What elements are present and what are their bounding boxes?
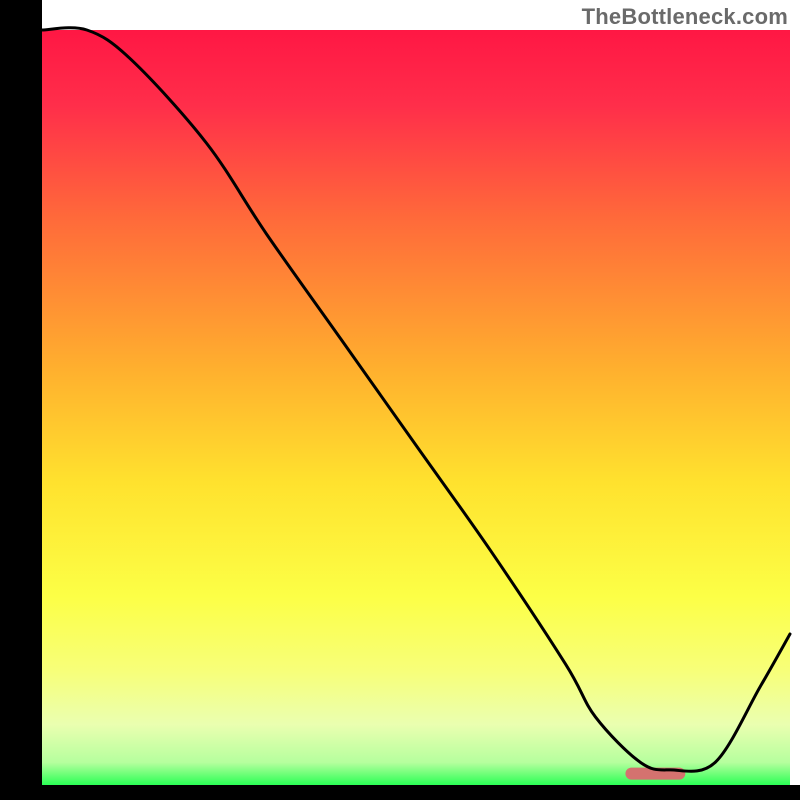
- axis-left: [0, 0, 42, 800]
- bottleneck-chart: [0, 0, 800, 800]
- plot-background: [42, 30, 790, 785]
- chart-stage: TheBottleneck.com: [0, 0, 800, 800]
- axis-bottom: [0, 785, 800, 800]
